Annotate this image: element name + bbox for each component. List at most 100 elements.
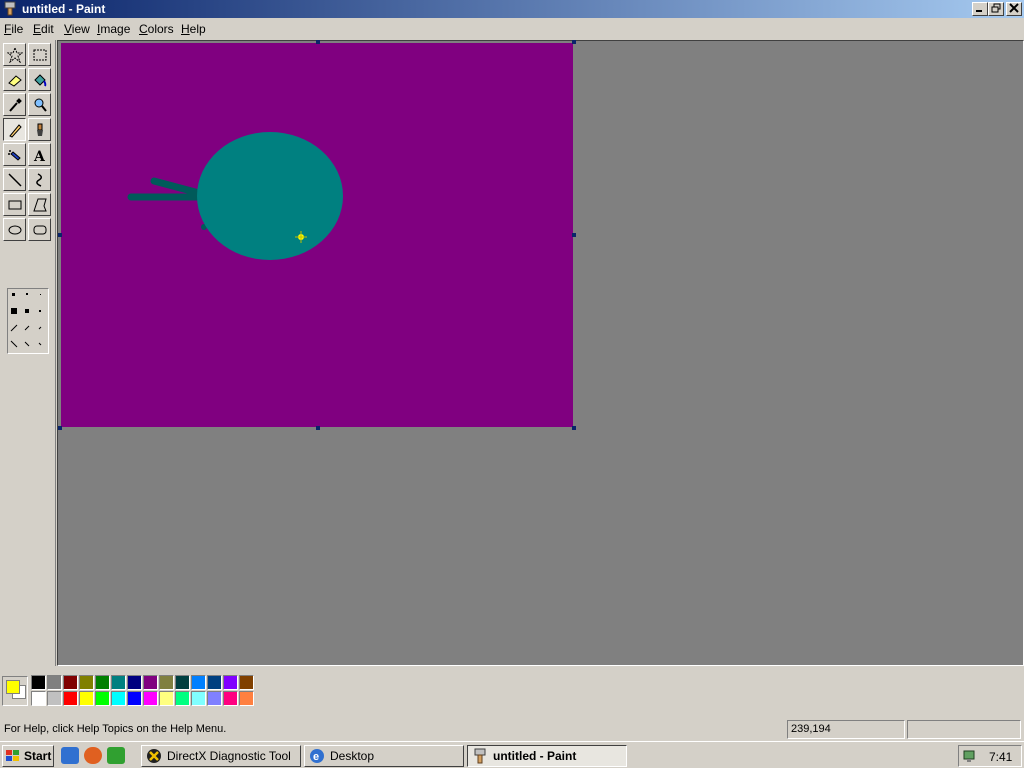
- resize-handle-top-right: [572, 40, 576, 44]
- palette-color-swatch[interactable]: [207, 675, 222, 690]
- directx-icon: [147, 749, 161, 763]
- palette-color-swatch[interactable]: [63, 675, 78, 690]
- restore-icon: [991, 3, 1001, 13]
- palette-color-swatch[interactable]: [111, 675, 126, 690]
- ellipse-icon: [8, 225, 21, 234]
- palette-color-swatch[interactable]: [95, 675, 110, 690]
- rectangle-icon: [8, 200, 21, 209]
- pencil-tool[interactable]: [3, 118, 26, 141]
- help-text: For Help, click Help Topics on the Help …: [4, 723, 227, 735]
- palette-color-swatch[interactable]: [175, 691, 190, 706]
- palette-color-swatch[interactable]: [111, 691, 126, 706]
- restore-button[interactable]: [988, 2, 1004, 16]
- system-tray: 7:41: [958, 745, 1022, 767]
- start-button[interactable]: Start: [2, 745, 54, 767]
- palette-color-swatch[interactable]: [95, 691, 110, 706]
- airbrush-tool[interactable]: [3, 143, 26, 166]
- palette-color-swatch[interactable]: [79, 691, 94, 706]
- palette-color-swatch[interactable]: [159, 675, 174, 690]
- fill-tool[interactable]: [28, 68, 51, 91]
- show-desktop-quicklaunch-icon[interactable]: [107, 747, 125, 764]
- brush-shape-options: [10, 293, 42, 348]
- close-icon: [1009, 3, 1019, 13]
- magnifier-tool[interactable]: [28, 93, 51, 116]
- svg-text:A: A: [33, 149, 46, 163]
- task-paint[interactable]: untitled - Paint: [467, 745, 627, 767]
- palette-color-swatch[interactable]: [191, 691, 206, 706]
- toolbox: A: [0, 40, 56, 666]
- menu-bar: File Edit View Image Colors Help: [0, 19, 1024, 38]
- magnifier-icon: [34, 98, 47, 112]
- network-tray-icon[interactable]: [962, 748, 978, 764]
- eyedropper-icon: [8, 97, 22, 112]
- brush-tool[interactable]: [28, 118, 51, 141]
- text-tool[interactable]: A: [28, 143, 51, 166]
- palette-color-swatch[interactable]: [207, 691, 222, 706]
- title-bar: untitled - Paint: [0, 0, 1024, 18]
- cursor-coordinates: 239,194: [787, 720, 905, 739]
- rectangle-tool[interactable]: [3, 193, 26, 216]
- palette-color-swatch[interactable]: [47, 691, 62, 706]
- taskbar: Start DirectX Diagnostic Tool e Desktop …: [0, 741, 1024, 768]
- palette-color-swatch[interactable]: [143, 691, 158, 706]
- palette-color-swatch[interactable]: [79, 675, 94, 690]
- palette-color-swatch[interactable]: [63, 691, 78, 706]
- palette-color-swatch[interactable]: [143, 675, 158, 690]
- ie-quicklaunch-icon[interactable]: [61, 747, 79, 764]
- palette-color-swatch[interactable]: [127, 675, 142, 690]
- menu-colors[interactable]: Colors: [139, 22, 174, 36]
- curve-icon: [35, 172, 42, 187]
- palette-color-swatch[interactable]: [31, 691, 46, 706]
- close-button[interactable]: [1006, 2, 1022, 16]
- menu-view[interactable]: View: [64, 22, 90, 36]
- palette-color-swatch[interactable]: [223, 675, 238, 690]
- palette-color-swatch[interactable]: [191, 675, 206, 690]
- task-label-directx: DirectX Diagnostic Tool: [167, 749, 291, 763]
- menu-file[interactable]: File: [4, 22, 23, 36]
- pencil-icon: [8, 123, 22, 138]
- rect-select-icon: [33, 49, 46, 60]
- task-directx[interactable]: DirectX Diagnostic Tool: [141, 745, 301, 767]
- palette-color-swatch[interactable]: [159, 691, 174, 706]
- menu-edit[interactable]: Edit: [33, 22, 54, 36]
- curve-tool[interactable]: [28, 168, 51, 191]
- current-colors-box: [2, 676, 28, 706]
- menu-image[interactable]: Image: [97, 22, 130, 36]
- palette-color-swatch[interactable]: [239, 691, 254, 706]
- window-title: untitled - Paint: [22, 2, 106, 16]
- task-desktop[interactable]: e Desktop: [304, 745, 464, 767]
- tool-options-panel[interactable]: [7, 288, 49, 354]
- selection-size: [907, 720, 1021, 739]
- minimize-button[interactable]: [972, 2, 988, 16]
- resize-handle-bottom[interactable]: [316, 426, 320, 430]
- rounded-rectangle-tool[interactable]: [28, 218, 51, 241]
- drawing-canvas[interactable]: [61, 43, 573, 427]
- line-icon: [7, 172, 22, 187]
- pick-color-tool[interactable]: [3, 93, 26, 116]
- palette-color-swatch[interactable]: [47, 675, 62, 690]
- ellipse-tool[interactable]: [3, 218, 26, 241]
- brush-icon: [36, 123, 43, 136]
- eraser-tool[interactable]: [3, 68, 26, 91]
- palette-color-swatch[interactable]: [31, 675, 46, 690]
- free-form-select-tool[interactable]: [3, 43, 26, 66]
- resize-handle-right[interactable]: [572, 233, 576, 237]
- rect-select-tool[interactable]: [28, 43, 51, 66]
- paint-app-icon: [4, 1, 16, 16]
- foreground-color-swatch: [6, 680, 20, 694]
- menu-help[interactable]: Help: [181, 22, 206, 36]
- palette-color-swatch[interactable]: [223, 691, 238, 706]
- palette-color-swatch[interactable]: [239, 675, 254, 690]
- status-bar: For Help, click Help Topics on the Help …: [0, 718, 1024, 740]
- start-label: Start: [24, 749, 52, 763]
- palette-color-swatch[interactable]: [127, 691, 142, 706]
- resize-handle-bottom-right[interactable]: [572, 426, 576, 430]
- resize-handle-top: [316, 40, 320, 44]
- windows-logo-icon: [6, 750, 19, 761]
- line-tool[interactable]: [3, 168, 26, 191]
- resize-handle-bottom-left: [58, 426, 62, 430]
- palette-color-swatch[interactable]: [175, 675, 190, 690]
- firefox-quicklaunch-icon[interactable]: [84, 747, 102, 764]
- polygon-tool[interactable]: [28, 193, 51, 216]
- clock: 7:41: [989, 750, 1013, 764]
